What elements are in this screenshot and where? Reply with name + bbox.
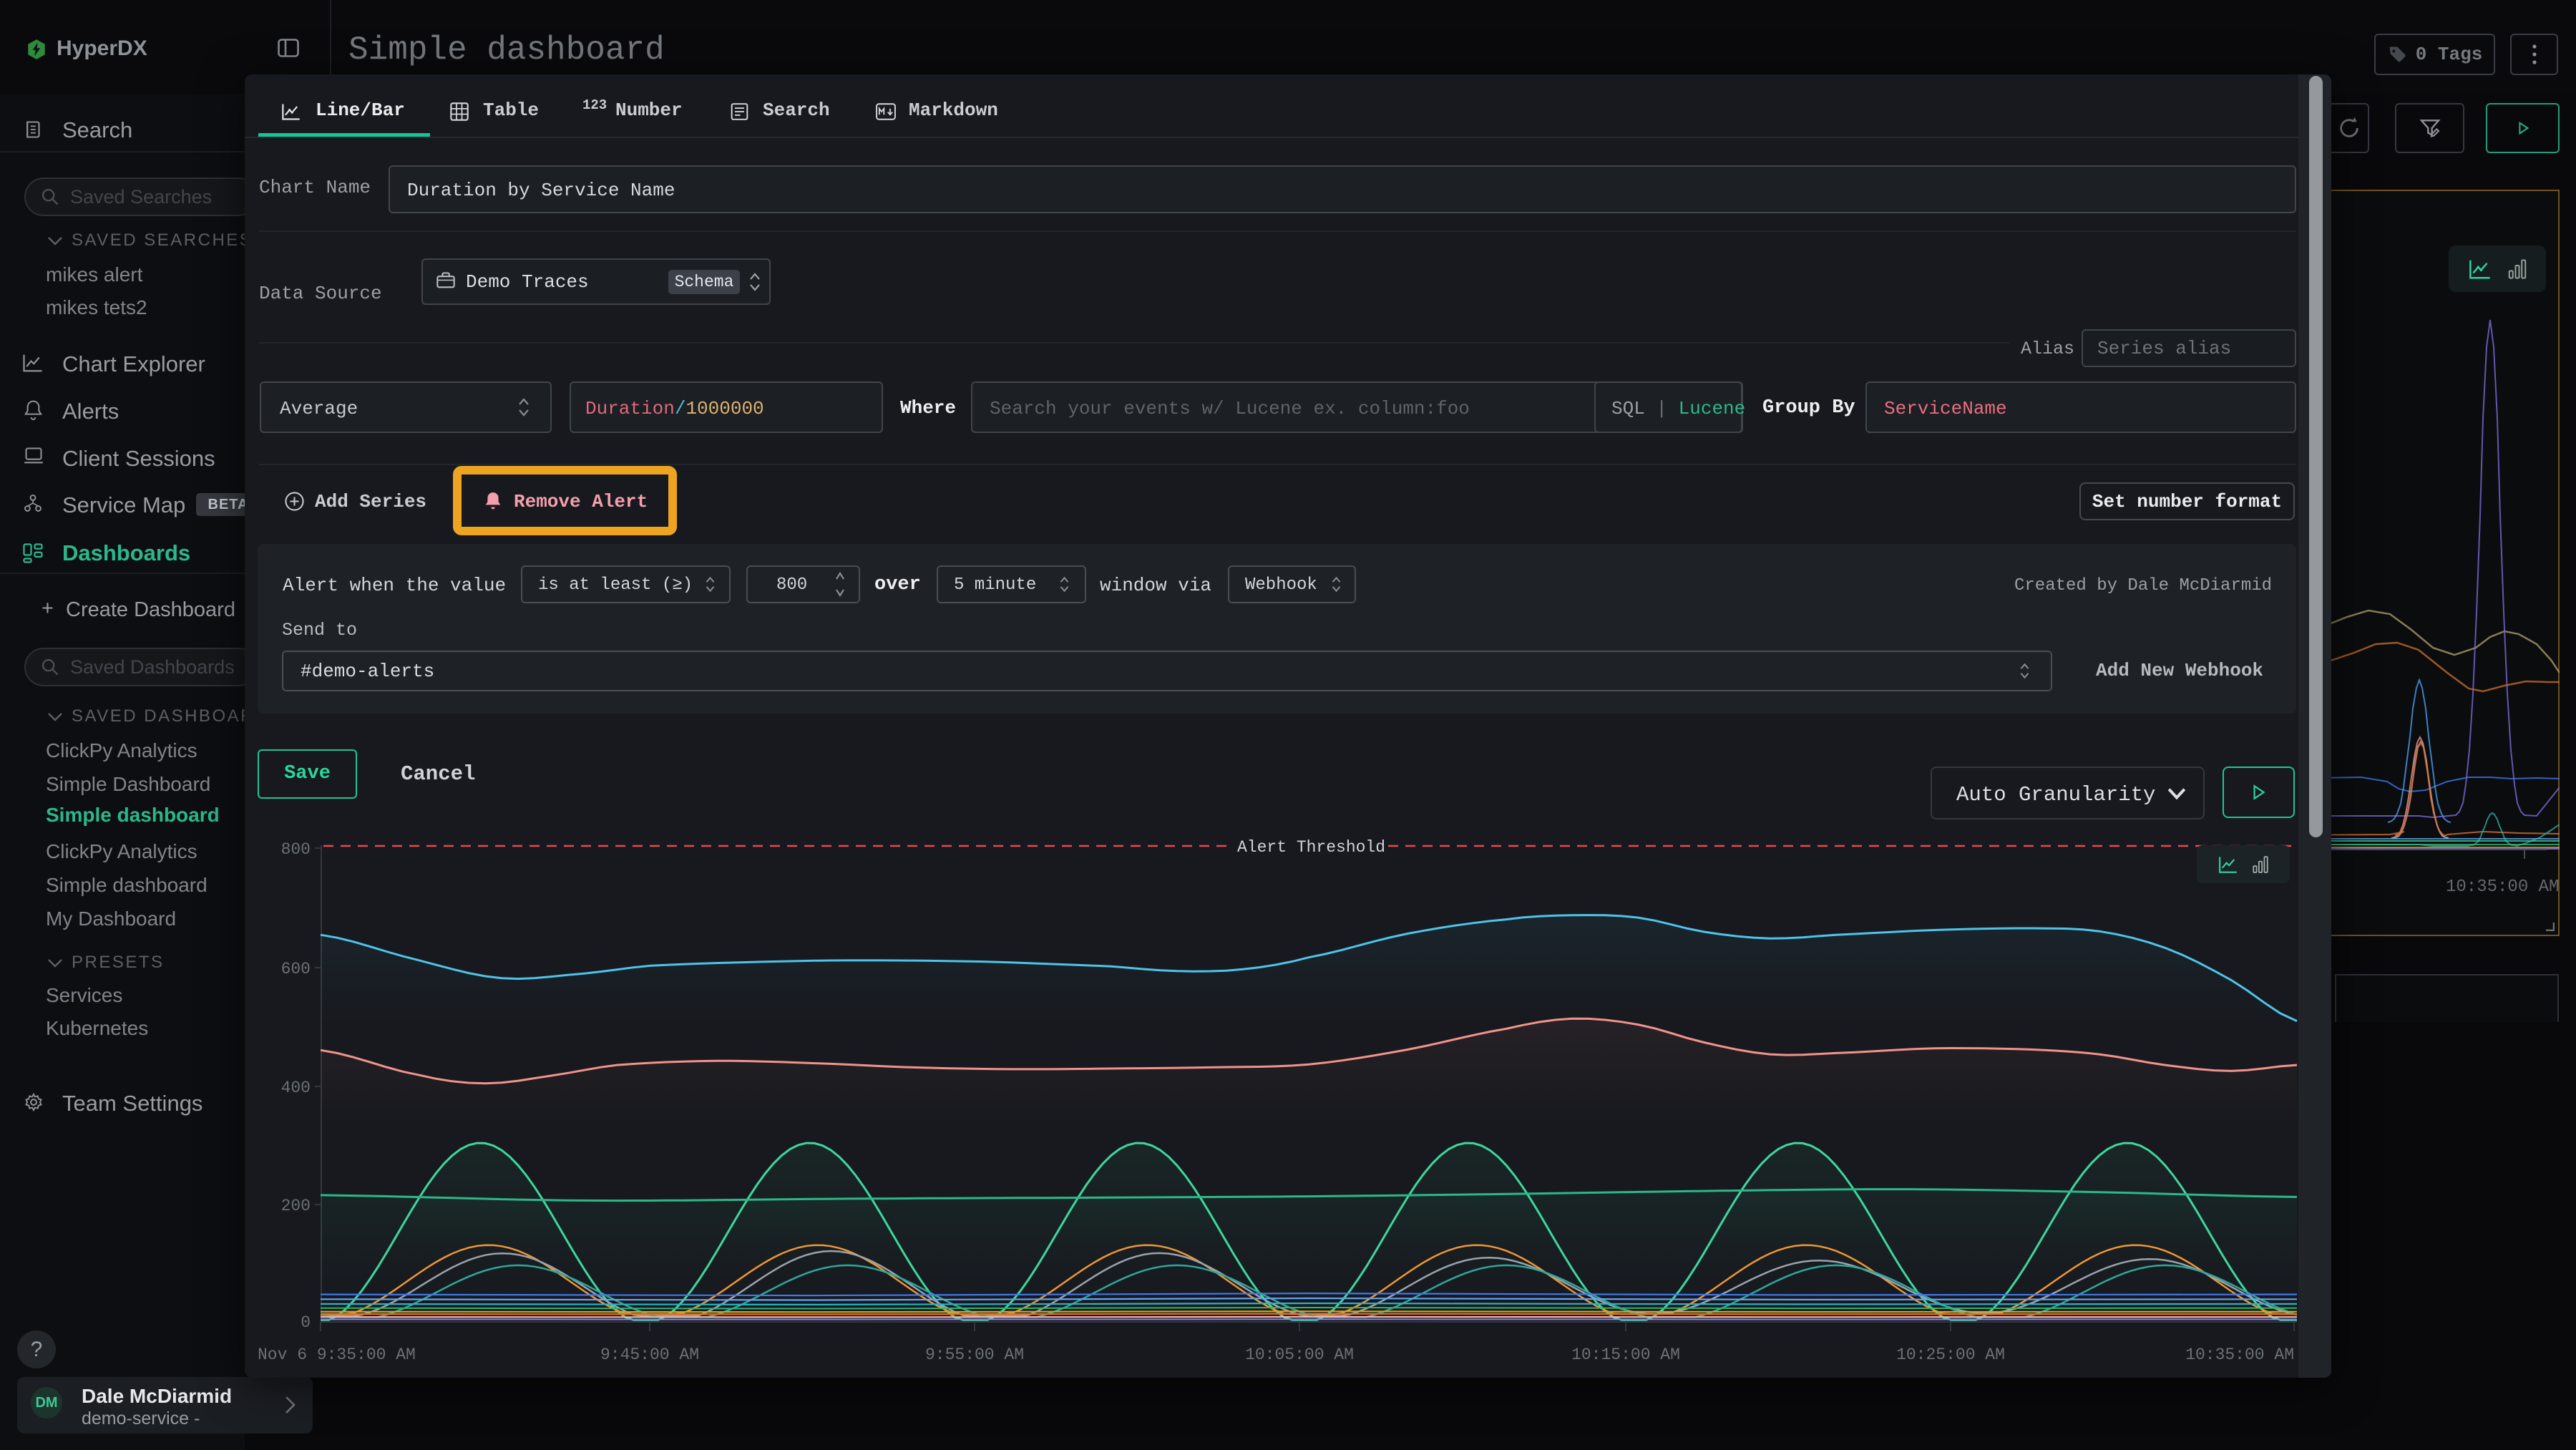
svg-text:400: 400 (281, 1079, 311, 1097)
svg-text:0: 0 (301, 1313, 311, 1332)
svg-text:10:25:00 AM: 10:25:00 AM (1896, 1346, 2005, 1364)
svg-text:Alert Threshold: Alert Threshold (1237, 838, 1385, 857)
svg-text:9:55:00 AM: 9:55:00 AM (925, 1346, 1024, 1364)
svg-text:200: 200 (281, 1197, 311, 1215)
svg-text:10:05:00 AM: 10:05:00 AM (1245, 1346, 1354, 1364)
svg-text:9:45:00 AM: 9:45:00 AM (600, 1346, 699, 1364)
svg-text:800: 800 (281, 840, 311, 859)
svg-text:600: 600 (281, 960, 311, 978)
svg-text:Nov 6 9:35:00 AM: Nov 6 9:35:00 AM (258, 1346, 416, 1364)
svg-text:10:35:00 AM: 10:35:00 AM (2185, 1346, 2294, 1364)
svg-text:10:15:00 AM: 10:15:00 AM (1571, 1346, 1680, 1364)
